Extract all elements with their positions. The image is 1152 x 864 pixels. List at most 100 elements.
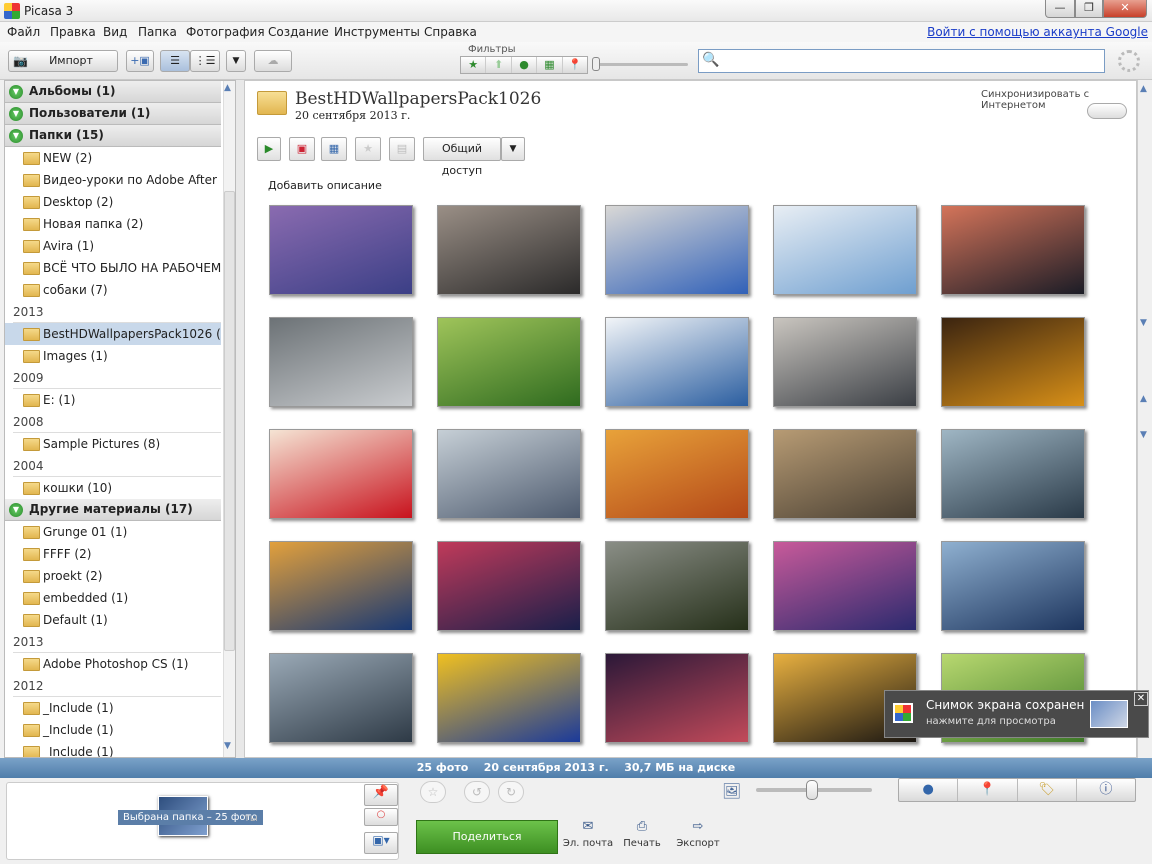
filter-slider-knob[interactable]: [592, 57, 600, 71]
photo-thumbnail[interactable]: [269, 541, 413, 631]
menu-photo[interactable]: Фотография: [186, 25, 265, 39]
photo-thumbnail[interactable]: [605, 541, 749, 631]
add-to-album-button[interactable]: +▣: [126, 50, 154, 72]
folder-item[interactable]: _Include (1): [21, 741, 221, 757]
folder-item[interactable]: Default (1): [21, 609, 221, 631]
scroll-up-icon[interactable]: ▲: [1140, 84, 1147, 94]
photo-thumbnail[interactable]: [941, 541, 1085, 631]
photo-thumbnail[interactable]: [437, 429, 581, 519]
photo-thumbnail[interactable]: [605, 205, 749, 295]
hold-pin-icon[interactable]: 📌: [364, 784, 398, 806]
folder-item[interactable]: FFFF (2): [21, 543, 221, 565]
sync-toggle[interactable]: [1087, 103, 1127, 119]
minimize-button[interactable]: —: [1045, 0, 1075, 18]
movie-button[interactable]: ▦: [321, 137, 347, 161]
photo-thumbnail[interactable]: [269, 653, 413, 743]
upload-filter-icon[interactable]: ⬆: [486, 57, 512, 73]
share-access-dropdown[interactable]: ▼: [501, 137, 525, 161]
export-button[interactable]: ⇨ Экспорт: [668, 820, 728, 850]
album-scrollbar[interactable]: [1137, 80, 1152, 758]
folder-item[interactable]: Avira (1): [21, 235, 221, 257]
maximize-button[interactable]: ❐: [1075, 0, 1103, 18]
menu-folder[interactable]: Папка: [138, 25, 177, 39]
folder-item[interactable]: _Include (1): [21, 719, 221, 741]
scroll-down-icon[interactable]: ▼: [224, 741, 231, 751]
photo-thumbnail[interactable]: [269, 317, 413, 407]
section-albums[interactable]: ▼ Альбомы (1): [5, 81, 221, 103]
photo-thumbnail[interactable]: [605, 653, 749, 743]
scroll-down-icon[interactable]: ▼: [1140, 430, 1147, 440]
album-date[interactable]: 20 сентября 2013 г.: [295, 109, 410, 122]
notification-thumbnail[interactable]: [1090, 700, 1128, 728]
photo-thumbnail[interactable]: [605, 317, 749, 407]
folder-item[interactable]: Grunge 01 (1): [21, 521, 221, 543]
photo-thumbnail[interactable]: [437, 653, 581, 743]
scrollbar-thumb[interactable]: [224, 191, 235, 651]
star-icon[interactable]: ☆: [420, 781, 446, 803]
save-button[interactable]: ▤: [389, 137, 415, 161]
close-icon[interactable]: ✕: [1134, 692, 1148, 706]
menu-help[interactable]: Справка: [424, 25, 477, 39]
info-icon[interactable]: ⓘ: [1077, 779, 1135, 801]
rotate-left-icon[interactable]: ↺: [464, 781, 490, 803]
photo-thumbnail[interactable]: [437, 205, 581, 295]
album-title[interactable]: BestHDWallpapersPack1026: [295, 89, 541, 109]
section-folders[interactable]: ▼ Папки (15): [5, 125, 221, 147]
folder-item[interactable]: Новая папка (2): [21, 213, 221, 235]
folder-item[interactable]: Sample Pictures (8): [21, 433, 221, 455]
list-view-button[interactable]: ☰: [160, 50, 190, 72]
photo-thumbnail[interactable]: [773, 429, 917, 519]
photo-thumbnail[interactable]: [437, 317, 581, 407]
section-other[interactable]: ▼ Другие материалы (17): [5, 499, 221, 521]
menu-tools[interactable]: Инструменты: [334, 25, 420, 39]
folder-item[interactable]: _Include (1): [21, 697, 221, 719]
photo-thumbnail[interactable]: [269, 429, 413, 519]
google-login-link[interactable]: Войти с помощью аккаунта Google: [927, 25, 1148, 39]
rotate-right-icon[interactable]: ↻: [498, 781, 524, 803]
photo-thumbnail[interactable]: [773, 205, 917, 295]
folder-item-selected[interactable]: BestHDWallpapersPack1026 (...: [5, 323, 221, 345]
tree-view-button[interactable]: ⋮☰: [190, 50, 220, 72]
person-filter-icon[interactable]: ●: [512, 57, 538, 73]
photo-thumbnail[interactable]: [437, 541, 581, 631]
menu-view[interactable]: Вид: [103, 25, 127, 39]
panel-splitter[interactable]: [236, 80, 244, 758]
folder-item[interactable]: Adobe Photoshop CS (1): [21, 653, 221, 675]
video-filter-icon[interactable]: ▦: [537, 57, 563, 73]
scroll-up-icon[interactable]: ▲: [1140, 394, 1147, 404]
scroll-down-icon[interactable]: ▼: [1140, 318, 1147, 328]
collapse-icon[interactable]: ▼: [9, 129, 23, 143]
photo-thumbnail[interactable]: [941, 205, 1085, 295]
view-dropdown-button[interactable]: ▼: [226, 50, 246, 72]
star-button[interactable]: ★: [355, 137, 381, 161]
share-button[interactable]: Поделиться: [416, 820, 558, 854]
folder-item[interactable]: E: (1): [21, 389, 221, 411]
photo-thumbnail[interactable]: [773, 541, 917, 631]
folder-item[interactable]: embedded (1): [21, 587, 221, 609]
search-input[interactable]: [698, 49, 1105, 73]
places-pin-icon[interactable]: 📍: [958, 779, 1018, 801]
collapse-icon[interactable]: ▼: [9, 503, 23, 517]
menu-edit[interactable]: Правка: [50, 25, 96, 39]
thumbnail-size-knob[interactable]: [806, 780, 818, 800]
folder-item[interactable]: NEW (2): [21, 147, 221, 169]
close-button[interactable]: ✕: [1103, 0, 1147, 18]
print-button[interactable]: ⎙ Печать: [612, 820, 672, 850]
add-to-album-icon[interactable]: ▣▾: [364, 832, 398, 854]
folder-item[interactable]: Images (1): [21, 345, 221, 367]
photo-thumbnail[interactable]: [269, 205, 413, 295]
folder-item[interactable]: proekt (2): [21, 565, 221, 587]
people-icon[interactable]: ●: [899, 779, 959, 801]
photo-thumbnail[interactable]: [773, 317, 917, 407]
folder-item[interactable]: Видео-уроки по Adobe After Ef...: [21, 169, 221, 191]
geotag-filter-icon[interactable]: 📍: [563, 57, 587, 73]
folder-item[interactable]: ВСЁ ЧТО БЫЛО НА РАБОЧЕМ ...: [21, 257, 221, 279]
collapse-icon[interactable]: ▼: [9, 107, 23, 121]
scroll-up-icon[interactable]: ▲: [224, 83, 231, 93]
folder-item[interactable]: кошки (10): [21, 477, 221, 499]
star-filter-icon[interactable]: ★: [461, 57, 487, 73]
folder-item[interactable]: Desktop (2): [21, 191, 221, 213]
menu-file[interactable]: Файл: [7, 25, 40, 39]
collapse-icon[interactable]: ▼: [9, 85, 23, 99]
photo-thumbnail[interactable]: [941, 317, 1085, 407]
